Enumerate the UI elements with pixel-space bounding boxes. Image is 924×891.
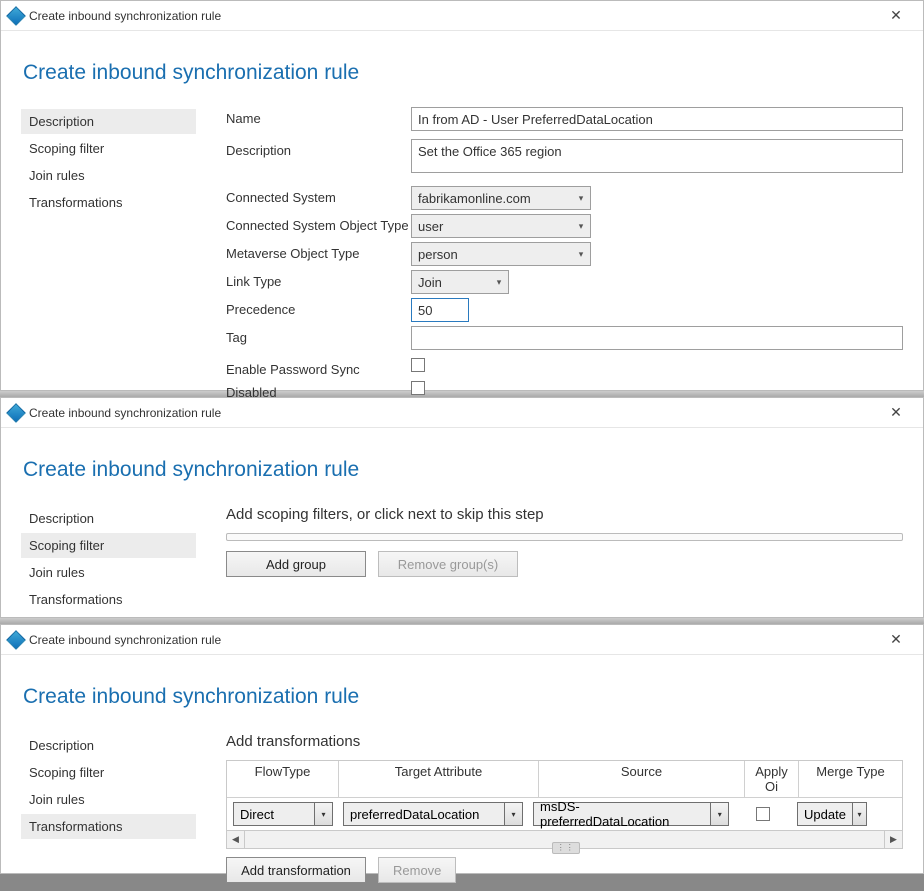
chevron-down-icon: ▾ xyxy=(504,803,522,825)
sidebar-item-transformations[interactable]: Transformations xyxy=(21,587,196,612)
precedence-label: Precedence xyxy=(226,298,411,317)
window-title: Create inbound synchronization rule xyxy=(29,9,221,23)
chevron-down-icon: ▾ xyxy=(852,803,866,825)
sidebar-item-description[interactable]: Description xyxy=(21,109,196,134)
enable-password-sync-checkbox[interactable] xyxy=(411,358,425,372)
apply-once-checkbox[interactable] xyxy=(756,807,770,821)
sidebar-item-transformations[interactable]: Transformations xyxy=(21,814,196,839)
col-merge: Merge Type xyxy=(799,761,902,797)
sidebar-item-description[interactable]: Description xyxy=(21,733,196,758)
window-description: Create inbound synchronization rule ✕ Cr… xyxy=(0,0,924,391)
chevron-down-icon: ▾ xyxy=(572,221,590,232)
cs-object-type-select[interactable]: user▾ xyxy=(411,214,591,238)
disabled-checkbox[interactable] xyxy=(411,381,425,395)
link-type-label: Link Type xyxy=(226,270,411,289)
col-apply: Apply Oi xyxy=(745,761,799,797)
page-title: Create inbound synchronization rule xyxy=(23,458,903,482)
cs-object-type-label: Connected System Object Type xyxy=(226,214,411,233)
tag-input[interactable] xyxy=(411,326,903,350)
chevron-down-icon: ▾ xyxy=(314,803,332,825)
transform-table: FlowType Target Attribute Source Apply O… xyxy=(226,760,903,831)
sidebar-item-description[interactable]: Description xyxy=(21,506,196,531)
connected-system-label: Connected System xyxy=(226,186,411,205)
horizontal-scrollbar[interactable]: ◀ ⋮⋮ ▶ xyxy=(226,831,903,849)
app-icon xyxy=(6,6,26,26)
col-source: Source xyxy=(539,761,745,797)
merge-type-select[interactable]: Update▾ xyxy=(797,802,867,826)
chevron-down-icon: ▾ xyxy=(572,193,590,204)
titlebar: Create inbound synchronization rule ✕ xyxy=(1,398,923,428)
close-icon[interactable]: ✕ xyxy=(875,404,917,421)
scoping-heading: Add scoping filters, or click next to sk… xyxy=(226,506,903,523)
chevron-down-icon: ▾ xyxy=(572,249,590,260)
description-label: Description xyxy=(226,139,411,158)
description-input[interactable]: Set the Office 365 region xyxy=(411,139,903,173)
sidebar: Description Scoping filter Join rules Tr… xyxy=(21,504,196,614)
link-type-select[interactable]: Join▾ xyxy=(411,270,509,294)
window-title: Create inbound synchronization rule xyxy=(29,406,221,420)
app-icon xyxy=(6,630,26,650)
sidebar-item-join-rules[interactable]: Join rules xyxy=(21,787,196,812)
window-scoping: Create inbound synchronization rule ✕ Cr… xyxy=(0,397,924,618)
sidebar-item-scoping-filter[interactable]: Scoping filter xyxy=(21,136,196,161)
remove-transformation-button: Remove xyxy=(378,857,456,883)
scroll-left-icon[interactable]: ◀ xyxy=(227,831,245,848)
add-group-button[interactable]: Add group xyxy=(226,551,366,577)
close-icon[interactable]: ✕ xyxy=(875,7,917,24)
titlebar: Create inbound synchronization rule ✕ xyxy=(1,625,923,655)
name-label: Name xyxy=(226,107,411,126)
sidebar-item-scoping-filter[interactable]: Scoping filter xyxy=(21,760,196,785)
tag-label: Tag xyxy=(226,326,411,345)
sidebar: Description Scoping filter Join rules Tr… xyxy=(21,731,196,883)
remove-group-button: Remove group(s) xyxy=(378,551,518,577)
add-transformation-button[interactable]: Add transformation xyxy=(226,857,366,883)
app-icon xyxy=(6,403,26,423)
sidebar: Description Scoping filter Join rules Tr… xyxy=(21,107,196,404)
titlebar: Create inbound synchronization rule ✕ xyxy=(1,1,923,31)
sidebar-item-join-rules[interactable]: Join rules xyxy=(21,560,196,585)
metaverse-object-type-select[interactable]: person▾ xyxy=(411,242,591,266)
metaverse-object-type-label: Metaverse Object Type xyxy=(226,242,411,261)
enable-password-sync-label: Enable Password Sync xyxy=(226,358,411,377)
target-attribute-select[interactable]: preferredDataLocation▾ xyxy=(343,802,523,826)
sidebar-item-join-rules[interactable]: Join rules xyxy=(21,163,196,188)
close-icon[interactable]: ✕ xyxy=(875,631,917,648)
source-select[interactable]: msDS-preferredDataLocation▾ xyxy=(533,802,729,826)
page-title: Create inbound synchronization rule xyxy=(23,61,903,85)
chevron-down-icon: ▾ xyxy=(490,277,508,288)
flowtype-select[interactable]: Direct▾ xyxy=(233,802,333,826)
scroll-right-icon[interactable]: ▶ xyxy=(884,831,902,848)
connected-system-select[interactable]: fabrikamonline.com▾ xyxy=(411,186,591,210)
sidebar-item-transformations[interactable]: Transformations xyxy=(21,190,196,215)
chevron-down-icon: ▾ xyxy=(710,803,728,825)
table-row: Direct▾ preferredDataLocation▾ msDS-pref… xyxy=(227,798,902,830)
page-title: Create inbound synchronization rule xyxy=(23,685,903,709)
col-target: Target Attribute xyxy=(339,761,539,797)
scroll-thumb[interactable]: ⋮⋮ xyxy=(552,842,580,854)
precedence-input[interactable] xyxy=(411,298,469,322)
transform-heading: Add transformations xyxy=(226,733,903,750)
name-input[interactable] xyxy=(411,107,903,131)
col-flowtype: FlowType xyxy=(227,761,339,797)
scoping-track xyxy=(226,533,903,541)
window-transformations: Create inbound synchronization rule ✕ Cr… xyxy=(0,624,924,874)
window-title: Create inbound synchronization rule xyxy=(29,633,221,647)
sidebar-item-scoping-filter[interactable]: Scoping filter xyxy=(21,533,196,558)
